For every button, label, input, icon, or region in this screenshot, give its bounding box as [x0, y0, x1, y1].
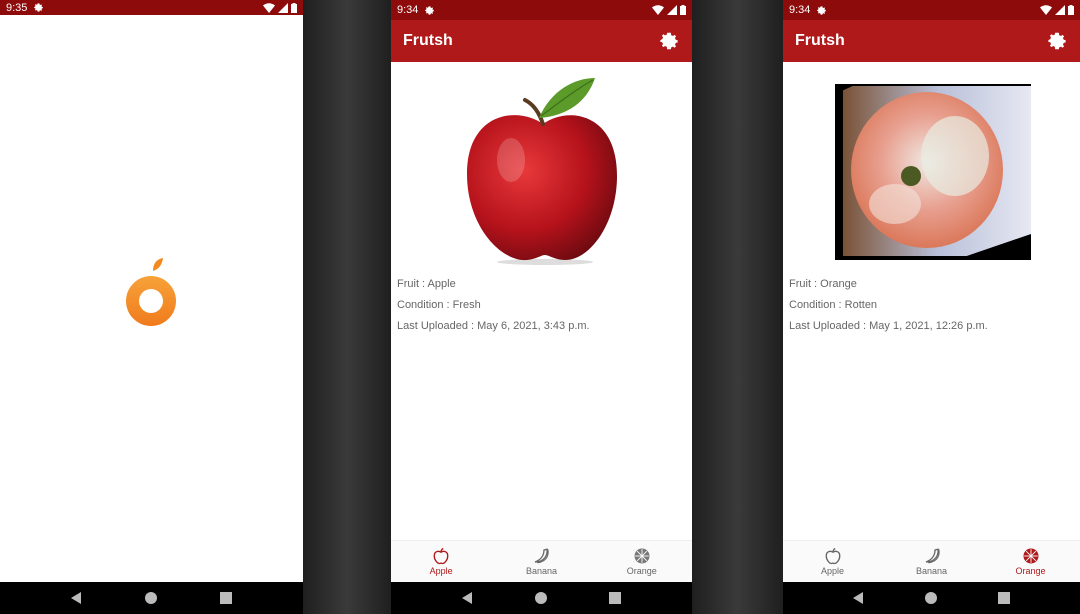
banana-icon	[535, 548, 550, 564]
app-title: Frutsh	[795, 32, 845, 49]
back-icon[interactable]	[461, 592, 474, 604]
app-bar: Frutsh	[783, 20, 1080, 62]
nav-label: Banana	[525, 566, 557, 576]
battery-icon	[291, 2, 297, 13]
battery-icon	[1068, 5, 1074, 15]
fruit-label: Fruit : Apple	[397, 278, 456, 290]
nav-label: Apple	[820, 566, 845, 576]
status-time: 9:34	[789, 4, 811, 16]
red-apple-photo	[467, 78, 617, 265]
apple-icon	[433, 547, 449, 565]
settings-notification-icon	[425, 5, 435, 15]
recents-icon[interactable]	[997, 592, 1010, 604]
wifi-icon	[1040, 5, 1052, 15]
condition-label: Condition : Fresh	[397, 299, 481, 311]
bottom-navigation: Apple Banana Orange	[391, 540, 692, 582]
splash-screen: 9:35	[0, 0, 303, 614]
nav-label: Banana	[915, 566, 948, 576]
apple-screen: 9:34 Frutsh Fruit : Apple Condition : Fr	[391, 0, 692, 614]
status-icons	[652, 5, 686, 15]
banana-icon	[925, 548, 940, 564]
signal-icon	[667, 5, 677, 15]
condition-label: Condition : Rotten	[789, 299, 878, 311]
background-gap	[303, 0, 391, 614]
battery-icon	[680, 5, 686, 15]
status-time: 9:35	[6, 1, 28, 14]
orange-icon	[634, 548, 650, 564]
orange-fruit-logo	[126, 258, 176, 326]
bottom-navigation: Apple Banana Orange	[783, 540, 1080, 582]
nav-item-orange[interactable]: Orange	[592, 541, 692, 582]
status-bar: 9:35	[0, 0, 303, 15]
wifi-icon	[652, 5, 664, 15]
nav-item-orange[interactable]: Orange	[981, 541, 1080, 582]
orange-screen: 9:34 Frutsh Fruit: Orange Condition: R…	[783, 0, 1080, 614]
app-bar: Frutsh	[391, 20, 692, 62]
system-navigation-bar	[391, 582, 692, 614]
signal-icon	[278, 2, 288, 13]
home-icon[interactable]	[535, 592, 548, 604]
signal-icon	[1055, 5, 1065, 15]
nav-label: Apple	[429, 566, 453, 576]
fruit-details: Fruit : Orange Condition : Rotten Last U…	[783, 62, 1080, 540]
settings-gear-icon[interactable]	[658, 30, 680, 52]
nav-item-banana[interactable]: Banana	[882, 541, 981, 582]
apple-icon	[825, 547, 840, 565]
fruit-details: Fruit : Apple Condition : Fresh Last Upl…	[391, 62, 692, 540]
status-time: 9:34	[397, 4, 419, 16]
nav-label: Orange	[626, 566, 657, 576]
back-icon[interactable]	[853, 592, 865, 604]
rotten-orange-photo	[835, 84, 1031, 260]
recents-icon[interactable]	[609, 592, 622, 604]
nav-label: Orange	[1015, 566, 1046, 576]
home-icon[interactable]	[925, 592, 938, 604]
last-uploaded-label: Last Uploaded : May 6, 2021, 3:43 p.m.	[397, 320, 590, 332]
fruit-label: Fruit : Orange	[789, 278, 857, 290]
system-navigation-bar	[783, 582, 1080, 614]
wifi-icon	[263, 2, 275, 13]
system-navigation-bar	[0, 582, 303, 614]
settings-gear-icon[interactable]	[1046, 30, 1068, 52]
status-bar: 9:34	[391, 0, 692, 20]
settings-notification-icon	[817, 5, 827, 15]
status-bar: 9:34	[783, 0, 1080, 20]
back-icon[interactable]	[71, 592, 83, 604]
nav-item-apple[interactable]: Apple	[783, 541, 882, 582]
home-icon[interactable]	[145, 592, 158, 604]
orange-icon	[1023, 548, 1038, 564]
nav-item-banana[interactable]: Banana	[491, 541, 591, 582]
nav-item-apple[interactable]: Apple	[391, 541, 491, 582]
status-icons	[263, 2, 297, 13]
settings-notification-icon	[34, 3, 44, 12]
background-gap	[692, 0, 783, 614]
status-icons	[1040, 5, 1074, 15]
recents-icon[interactable]	[219, 592, 232, 604]
last-uploaded-label: Last Uploaded : May 1, 2021, 12:26 p.m.	[789, 320, 988, 332]
app-title: Frutsh	[403, 32, 453, 49]
